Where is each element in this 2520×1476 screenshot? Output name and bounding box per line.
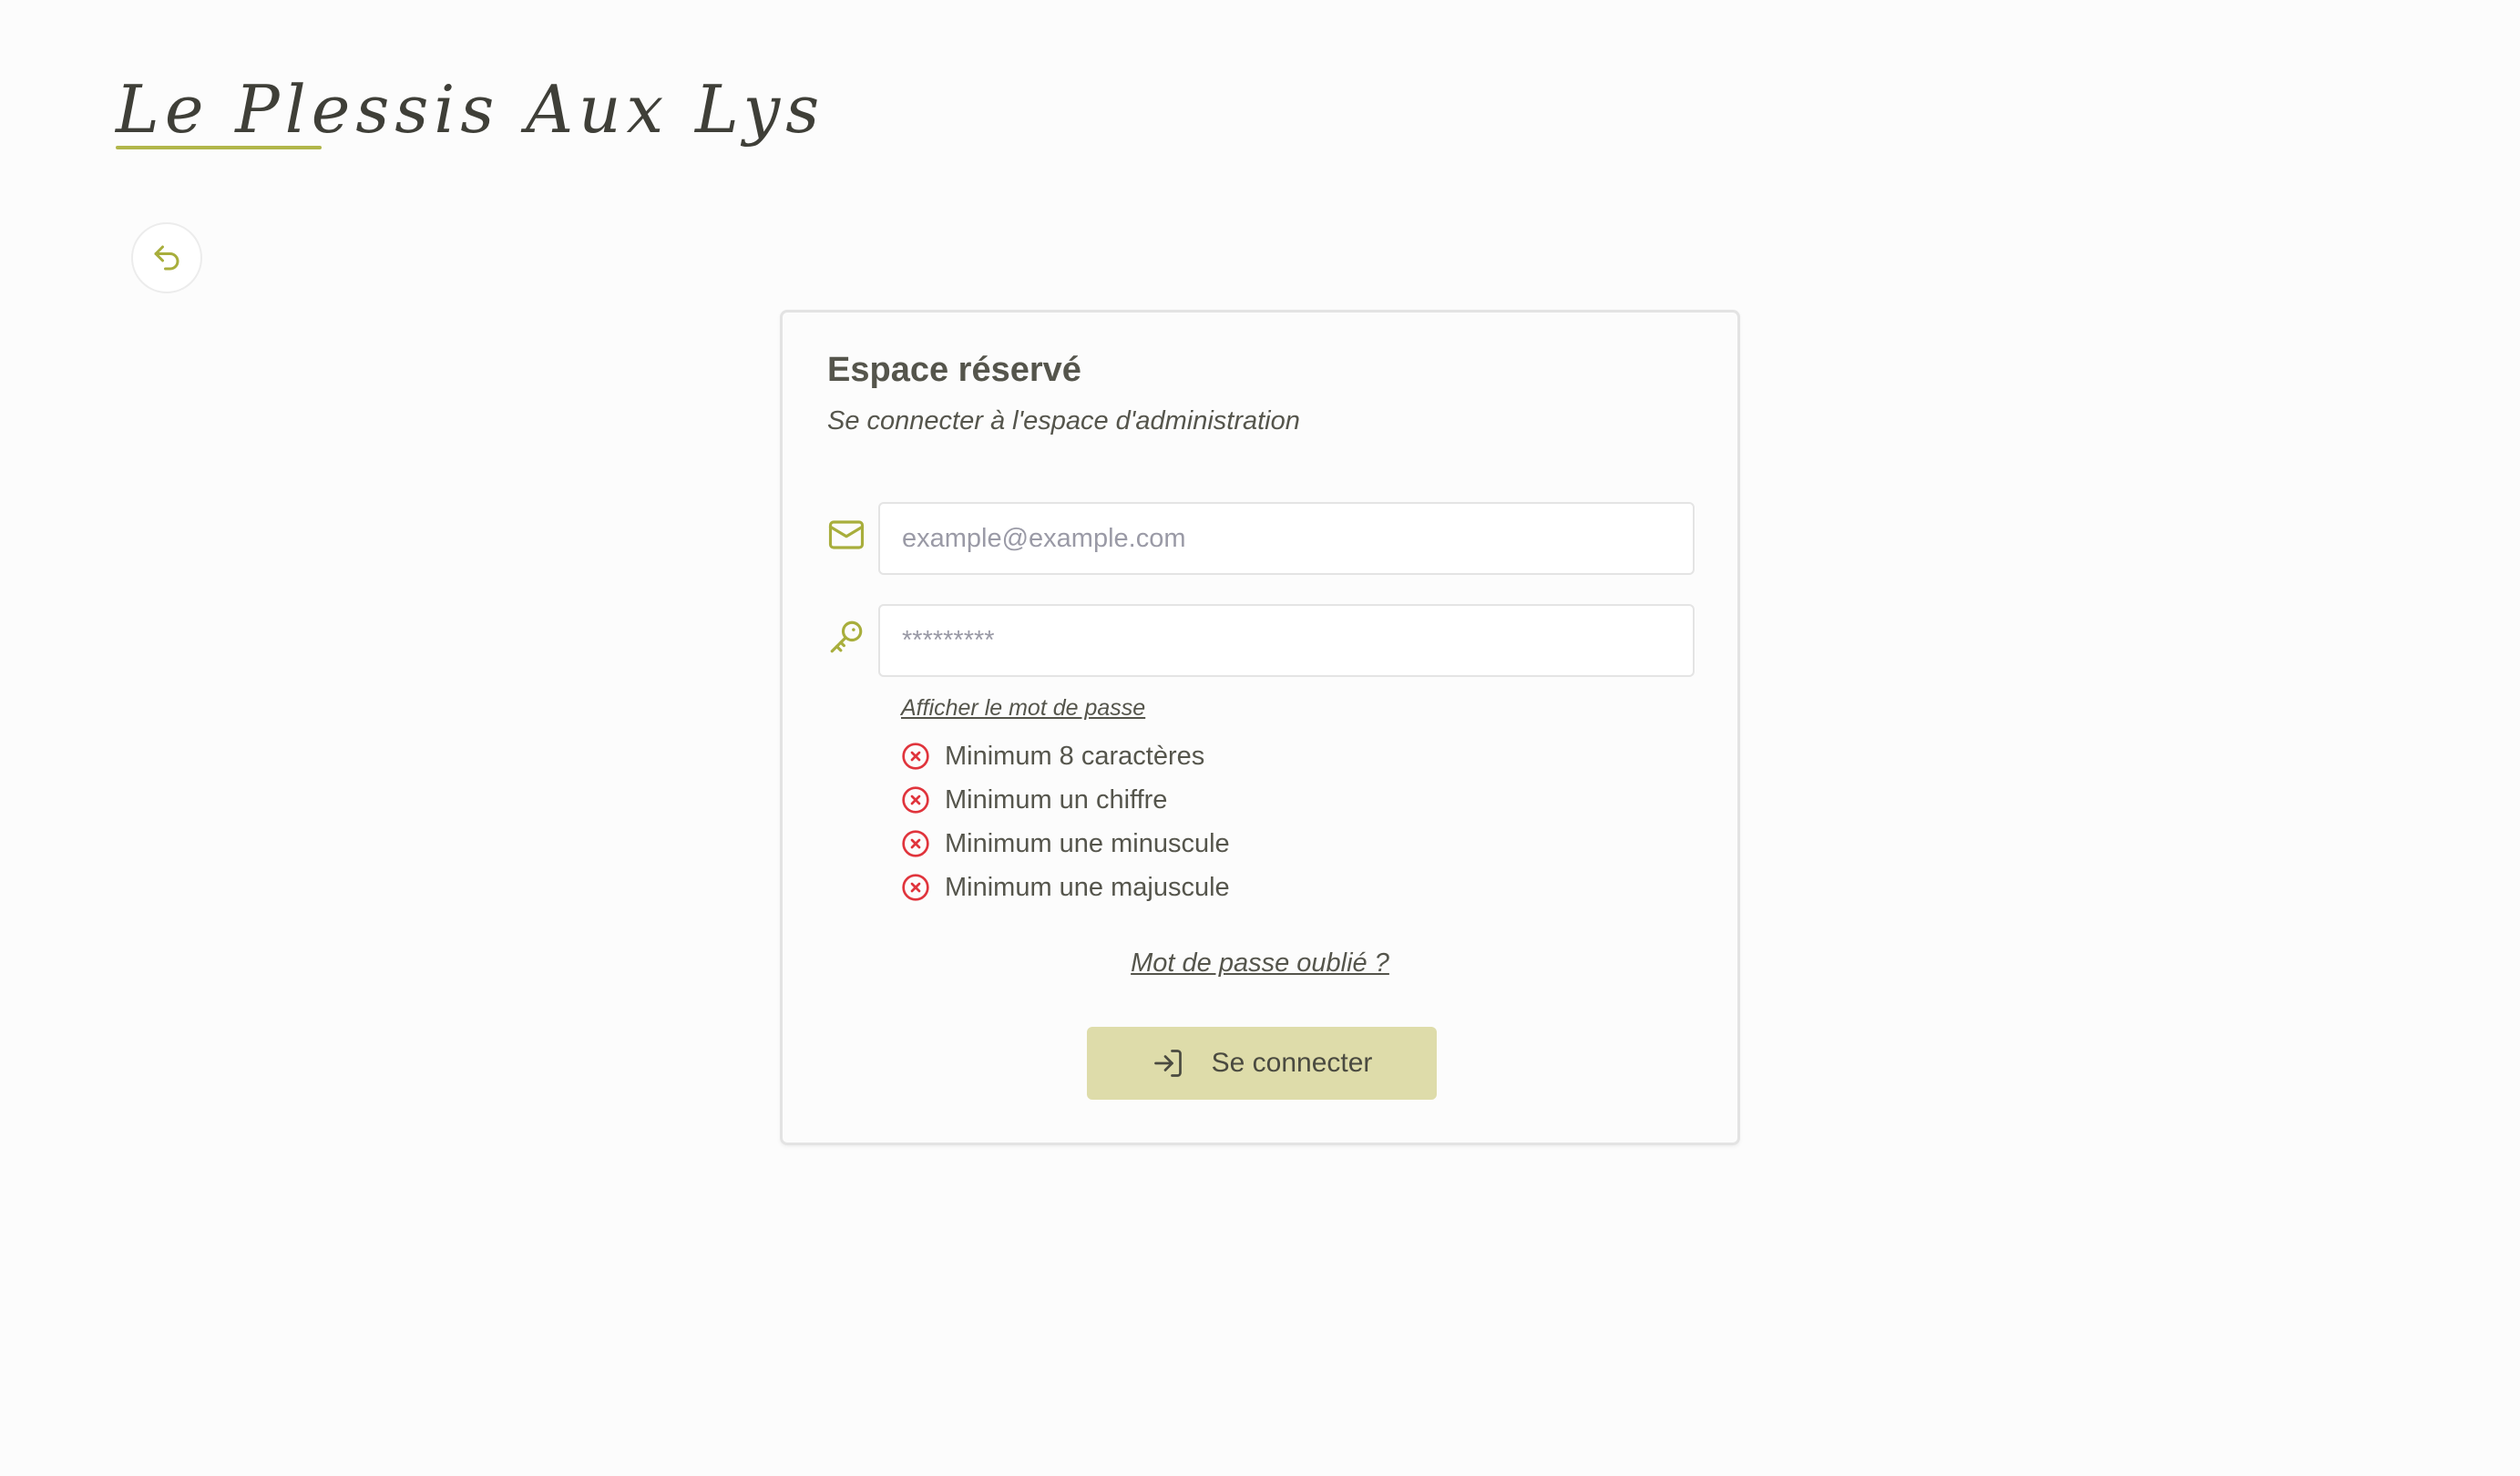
password-rule-label: Minimum 8 caractères: [945, 741, 1205, 771]
mail-icon: [828, 520, 865, 549]
back-button[interactable]: [131, 222, 202, 293]
login-icon: [1153, 1050, 1182, 1077]
brand-name: Le Plessis Aux Lys: [116, 71, 825, 148]
email-field[interactable]: [878, 502, 1695, 575]
password-rules: Minimum 8 caractères Minimum un chiffre …: [901, 734, 1230, 909]
password-rule: Minimum un chiffre: [901, 778, 1230, 822]
password-rule: Minimum 8 caractères: [901, 734, 1230, 778]
x-circle-icon: [902, 830, 929, 857]
forgot-password-link[interactable]: Mot de passe oublié ?: [1131, 948, 1389, 978]
login-button-label: Se connecter: [1211, 1048, 1373, 1078]
x-circle-icon: [902, 786, 929, 814]
x-circle-icon: [902, 874, 929, 901]
login-button[interactable]: Se connecter: [1087, 1027, 1437, 1100]
show-password-link[interactable]: Afficher le mot de passe: [901, 695, 1145, 722]
undo-arrow-icon: [154, 245, 179, 271]
brand-underline: [116, 146, 322, 149]
login-card: Espace réservé Se connecter à l'espace d…: [780, 310, 1740, 1145]
key-icon: [830, 620, 863, 653]
password-rule-label: Minimum une minuscule: [945, 828, 1230, 858]
password-field[interactable]: [878, 604, 1695, 677]
x-circle-icon: [902, 743, 929, 770]
brand-logo: Le Plessis Aux Lys: [116, 56, 825, 166]
password-rule-label: Minimum un chiffre: [945, 784, 1168, 815]
password-rule: Minimum une majuscule: [901, 866, 1230, 909]
password-rule-label: Minimum une majuscule: [945, 872, 1230, 902]
card-title: Espace réservé: [827, 351, 1081, 389]
password-rule: Minimum une minuscule: [901, 822, 1230, 866]
card-subtitle: Se connecter à l'espace d'administration: [827, 406, 1300, 436]
forgot-password-row: Mot de passe oublié ?: [783, 948, 1737, 979]
